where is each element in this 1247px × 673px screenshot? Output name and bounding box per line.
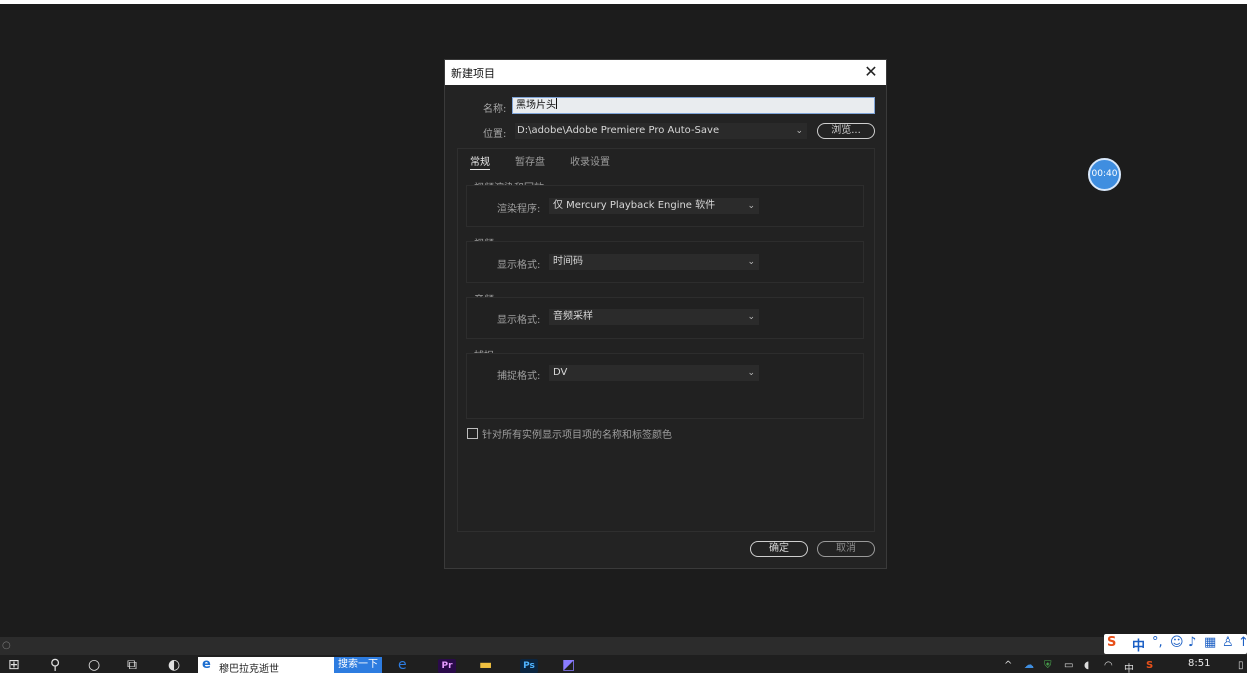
cancel-button[interactable]: 取消 [817, 541, 875, 557]
start-icon[interactable]: ⊞ [8, 657, 20, 673]
tab-ingest-settings[interactable]: 收录设置 [570, 153, 610, 168]
name-label: 名称: [483, 104, 507, 115]
assistant-icon[interactable]: ◐ [168, 657, 180, 673]
chevron-down-icon: ⌄ [747, 257, 755, 267]
premiere-icon[interactable]: Pr [438, 659, 456, 673]
onedrive-icon[interactable]: ☁ [1024, 660, 1034, 671]
ime-lang[interactable]: 中 [1132, 635, 1145, 654]
sogou-logo-icon: S [1107, 635, 1117, 650]
file-explorer-icon[interactable]: ▬ [479, 657, 492, 673]
taskbar-search-text: 穆巴拉克逝世 [219, 664, 279, 673]
capture-format-value: DV [553, 367, 568, 378]
renderer-label: 渲染程序: [497, 204, 541, 215]
capture-format-label: 捕捉格式: [497, 371, 541, 382]
more-icon[interactable]: ↑ [1238, 635, 1247, 650]
show-names-label: 针对所有实例显示项目项的名称和标签颜色 [482, 430, 672, 441]
tab-scratch-disks[interactable]: 暂存盘 [515, 153, 545, 168]
search-icon[interactable]: ⚲ [50, 657, 60, 673]
taskbar: ⊞ ⚲ ○ ⧉ ◐ e 穆巴拉克逝世 搜索一下 e Pr ▬ Ps ◩ ^ ☁ … [0, 655, 1247, 673]
renderer-select[interactable]: 仅 Mercury Playback Engine 软件 ⌄ [549, 198, 759, 214]
notification-icon[interactable]: ▯ [1238, 660, 1244, 671]
location-value: D:\adobe\Adobe Premiere Pro Auto-Save [517, 125, 720, 136]
security-icon[interactable]: ⛨ [1044, 660, 1052, 671]
new-project-dialog: 新建项目 ✕ 名称: 黑场片头 位置: D:\adobe\Adobe Premi… [444, 59, 887, 569]
renderer-value: 仅 Mercury Playback Engine 软件 [553, 200, 716, 211]
render-group: 渲染程序: 仅 Mercury Playback Engine 软件 ⌄ [466, 185, 864, 227]
ime-punct[interactable]: °, [1152, 635, 1163, 650]
show-names-checkbox[interactable] [467, 428, 478, 439]
top-strip [0, 0, 1247, 4]
dialog-titlebar: 新建项目 ✕ [445, 60, 886, 85]
edge-icon[interactable]: e [398, 657, 407, 673]
video-group: 显示格式: 时间码 ⌄ [466, 241, 864, 283]
task-view-icon[interactable]: ⧉ [127, 657, 137, 673]
taskbar-search-box[interactable]: e 穆巴拉克逝世 [198, 657, 334, 673]
tray-expand-icon[interactable]: ^ [1004, 660, 1012, 671]
mic-icon[interactable]: ♪ [1188, 635, 1196, 650]
photoshop-icon[interactable]: Ps [520, 659, 538, 673]
name-field[interactable]: 黑场片头 [512, 97, 875, 114]
wifi-icon[interactable]: ◠ [1104, 660, 1113, 671]
chevron-down-icon: ⌄ [747, 368, 755, 378]
chevron-down-icon: ⌄ [747, 201, 755, 211]
emoji-icon[interactable]: ☺ [1170, 635, 1184, 650]
taskbar-search-button[interactable]: 搜索一下 [334, 657, 382, 673]
video-format-value: 时间码 [553, 256, 583, 267]
tab-general[interactable]: 常规 [470, 153, 490, 170]
ime-toolbar[interactable]: S 中 °, ☺ ♪ ▦ ♙ ↑ [1104, 634, 1247, 654]
keyboard-icon[interactable]: ▦ [1204, 635, 1216, 650]
settings-panel: 常规 暂存盘 收录设置 视频渲染和回放 渲染程序: 仅 Mercury Play… [457, 148, 875, 532]
sogou-tray-icon[interactable]: S [1146, 660, 1153, 671]
tray-lang[interactable]: 中 [1124, 660, 1134, 673]
location-label: 位置: [483, 129, 507, 140]
close-icon[interactable]: ✕ [862, 62, 880, 82]
name-field-value: 黑场片头 [516, 100, 556, 111]
media-encoder-icon[interactable]: ◩ [562, 657, 575, 673]
capture-group: 捕捉格式: DV ⌄ [466, 353, 864, 419]
audio-format-select[interactable]: 音频采样 ⌄ [549, 309, 759, 325]
volume-icon[interactable]: ◖ [1084, 660, 1089, 671]
user-icon[interactable]: ♙ [1222, 635, 1234, 650]
ok-button[interactable]: 确定 [750, 541, 808, 557]
cortana-icon[interactable]: ○ [88, 657, 100, 673]
chevron-down-icon: ⌄ [795, 126, 803, 136]
ime-strip: ○ [0, 637, 1247, 655]
ie-icon: e [202, 657, 211, 672]
video-format-select[interactable]: 时间码 ⌄ [549, 254, 759, 270]
audio-group: 显示格式: 音频采样 ⌄ [466, 297, 864, 339]
clock[interactable]: 8:51 [1188, 658, 1210, 669]
video-format-label: 显示格式: [497, 260, 541, 271]
audio-format-label: 显示格式: [497, 315, 541, 326]
chevron-down-icon: ⌄ [747, 312, 755, 322]
browse-button[interactable]: 浏览... [817, 123, 875, 139]
dialog-title: 新建项目 [451, 67, 495, 80]
audio-format-value: 音频采样 [553, 311, 593, 322]
location-select[interactable]: D:\adobe\Adobe Premiere Pro Auto-Save ⌄ [515, 123, 807, 139]
network-icon[interactable]: ▭ [1064, 660, 1073, 671]
capture-format-select[interactable]: DV ⌄ [549, 365, 759, 381]
recording-timer[interactable]: 00:40 [1088, 158, 1121, 191]
